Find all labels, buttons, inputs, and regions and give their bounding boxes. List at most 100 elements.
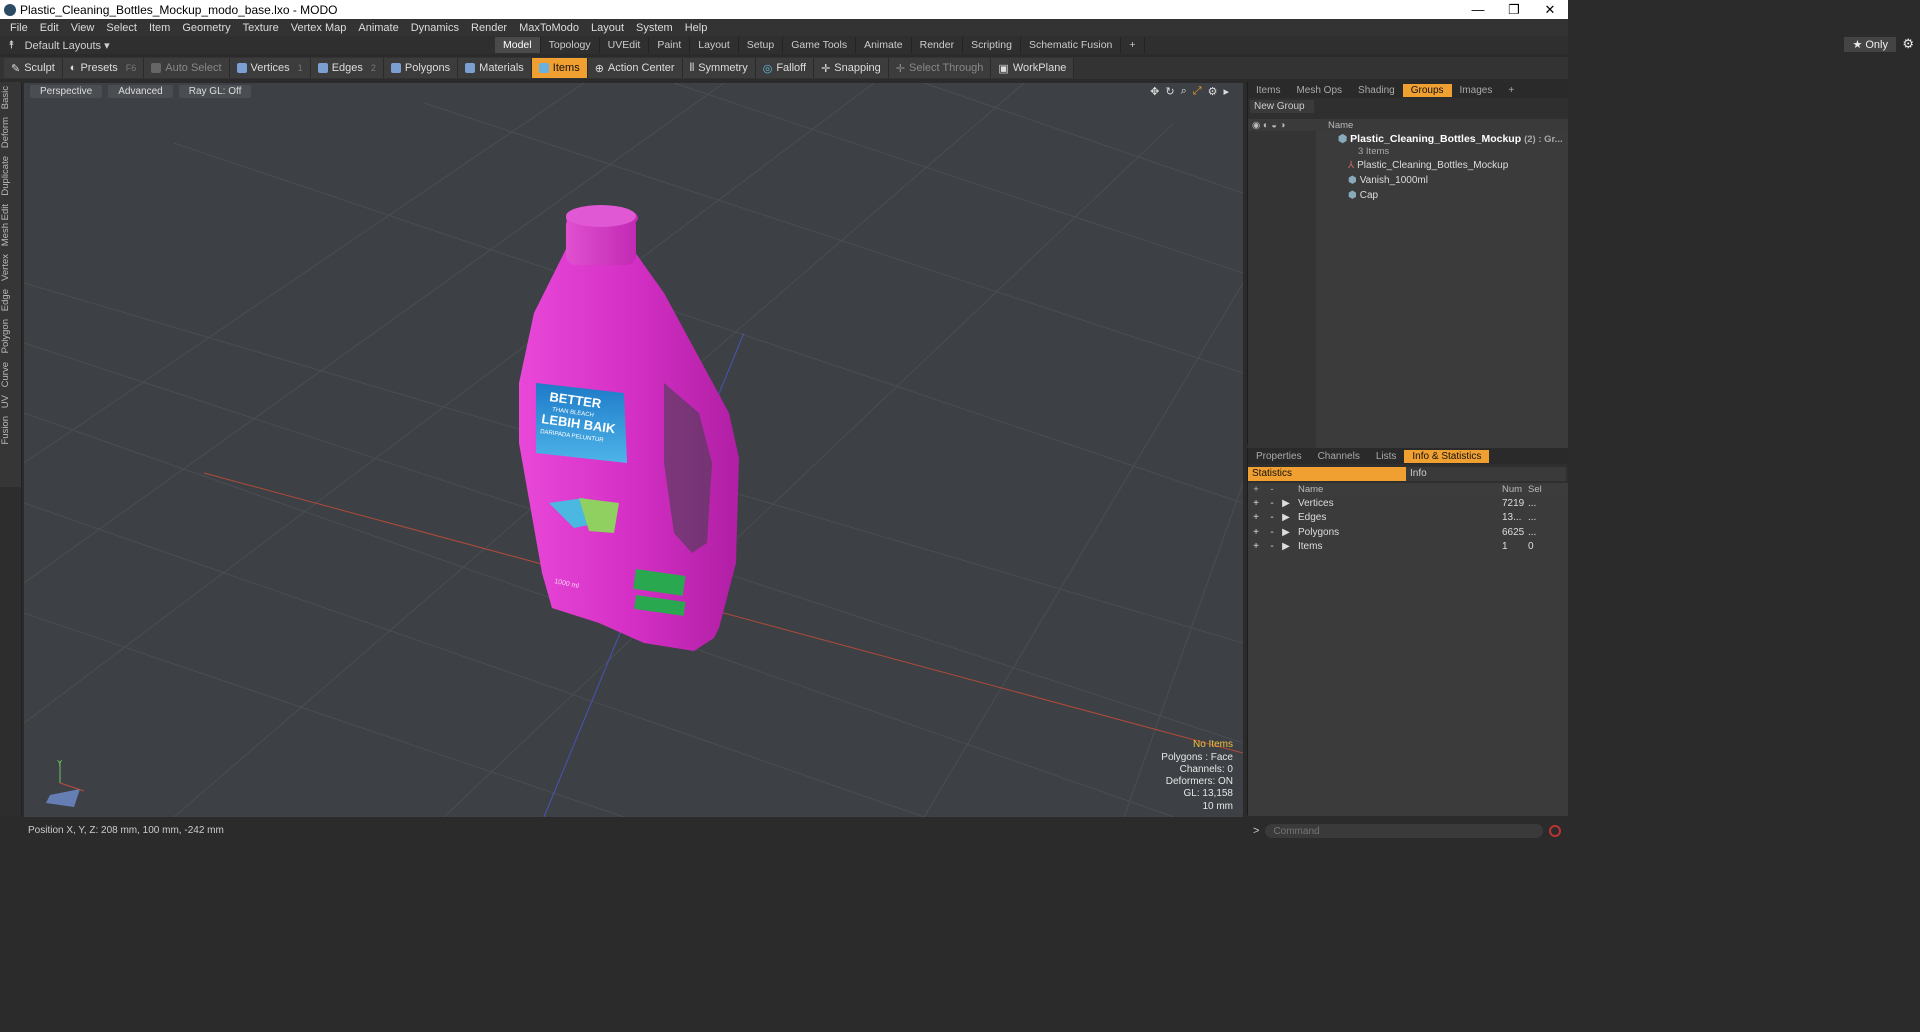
menu-select[interactable]: Select: [100, 22, 143, 34]
falloff-button[interactable]: ◎ Falloff: [755, 58, 815, 78]
tab-items[interactable]: Items: [1248, 84, 1288, 97]
tab-render[interactable]: Render: [912, 37, 964, 53]
tree-item-mockup[interactable]: ⅄ Plastic_Cleaning_Bottles_Mockup: [1348, 160, 1508, 171]
stats-row-polygons[interactable]: + - ▶ Polygons 6625...: [1248, 525, 1568, 540]
tab-scripting[interactable]: Scripting: [963, 37, 1021, 53]
sculpt-button[interactable]: ✎ Sculpt: [4, 58, 63, 78]
menu-layout[interactable]: Layout: [585, 22, 630, 34]
tab-game-tools[interactable]: Game Tools: [783, 37, 857, 53]
menu-dynamics[interactable]: Dynamics: [405, 22, 465, 34]
polygons-button[interactable]: Polygons: [383, 58, 459, 78]
side-tab-uv[interactable]: UV: [0, 391, 22, 412]
side-tab-polygon[interactable]: Polygon: [0, 315, 22, 357]
side-tab-deform[interactable]: Deform: [0, 113, 22, 152]
symmetry-button[interactable]: ⫴ Symmetry: [682, 58, 756, 78]
tree-item-vanish[interactable]: ⬢ Vanish_1000ml: [1348, 175, 1428, 186]
materials-button[interactable]: Materials: [458, 58, 532, 78]
maximize-button[interactable]: ❐: [1496, 2, 1532, 18]
menu-file[interactable]: File: [4, 22, 34, 34]
record-icon[interactable]: [1549, 825, 1562, 837]
presets-button[interactable]: ◐ Presets F6: [62, 58, 145, 78]
auto-select-button[interactable]: Auto Select: [144, 58, 230, 78]
tab-shading[interactable]: Shading: [1350, 84, 1403, 97]
vertices-button[interactable]: Vertices 1: [229, 58, 311, 78]
menu-view[interactable]: View: [65, 22, 101, 34]
subtab-info[interactable]: Info: [1406, 467, 1566, 481]
tab-lists[interactable]: Lists: [1368, 450, 1405, 463]
grid-scale-label: 10 mm: [1202, 800, 1233, 812]
subtab-statistics[interactable]: Statistics: [1248, 467, 1406, 481]
viewport-view-dropdown[interactable]: Perspective: [30, 84, 103, 98]
side-tab-vertex[interactable]: Vertex: [0, 250, 22, 285]
tab-info-statistics[interactable]: Info & Statistics: [1404, 449, 1490, 463]
menu-render[interactable]: Render: [465, 22, 513, 34]
tab-animate[interactable]: Animate: [856, 37, 912, 53]
side-tab-duplicate[interactable]: Duplicate: [0, 152, 22, 200]
tab-model[interactable]: Model: [495, 37, 541, 53]
viewport-shading-dropdown[interactable]: Advanced: [108, 84, 173, 98]
zoom-icon[interactable]: ⌕: [1181, 85, 1187, 98]
layout-collapse-icon[interactable]: ⯭: [8, 39, 15, 52]
new-group-button[interactable]: New Group: [1250, 100, 1314, 113]
tab-topology[interactable]: Topology: [541, 37, 600, 53]
tab-schematic-fusion[interactable]: Schematic Fusion: [1021, 37, 1122, 53]
edges-button[interactable]: Edges 2: [310, 58, 384, 78]
pan-icon[interactable]: ✥: [1150, 85, 1159, 98]
select-through-button[interactable]: ✛ Select Through: [888, 58, 992, 78]
menu-maxtomodo[interactable]: MaxToModo: [513, 22, 585, 34]
stats-row-vertices[interactable]: + - ▶ Vertices 7219...: [1248, 496, 1568, 511]
tab-channels[interactable]: Channels: [1310, 450, 1368, 463]
menu-help[interactable]: Help: [679, 22, 714, 34]
add-tab-button[interactable]: +: [1121, 37, 1145, 53]
tab-paint[interactable]: Paint: [649, 37, 691, 53]
menu-animate[interactable]: Animate: [352, 22, 404, 34]
menu-texture[interactable]: Texture: [237, 22, 285, 34]
tab-groups[interactable]: Groups: [1402, 83, 1452, 97]
side-tab-fusion[interactable]: Fusion: [0, 412, 22, 449]
menu-edit[interactable]: Edit: [34, 22, 65, 34]
stats-row-items[interactable]: + - ▶ Items 1 0: [1248, 539, 1568, 554]
side-tab-mesh-edit[interactable]: Mesh Edit: [0, 200, 22, 250]
symmetry-icon: ⫴: [689, 61, 695, 74]
menu-bar: File Edit View Select Item Geometry Text…: [0, 19, 1568, 36]
items-button[interactable]: Items: [531, 58, 588, 78]
modo-logo-icon: [4, 3, 16, 16]
tab-properties[interactable]: Properties: [1248, 450, 1310, 463]
tab-uvedit[interactable]: UVEdit: [600, 37, 650, 53]
menu-vertex-map[interactable]: Vertex Map: [285, 22, 353, 34]
fit-icon[interactable]: ⤢: [1193, 85, 1202, 98]
falloff-icon: ◎: [762, 62, 773, 75]
expand-arrow-icon[interactable]: ▸: [1223, 85, 1229, 98]
side-tab-curve[interactable]: Curve: [0, 358, 22, 391]
tree-item-cap[interactable]: ⬢ Cap: [1348, 190, 1378, 201]
rotate-icon[interactable]: ↻: [1165, 85, 1174, 98]
tab-setup[interactable]: Setup: [739, 37, 784, 53]
tab-mesh-ops[interactable]: Mesh Ops: [1288, 84, 1350, 97]
tab-layout[interactable]: Layout: [690, 37, 739, 53]
snapping-button[interactable]: ✛ Snapping: [814, 58, 889, 78]
action-center-button[interactable]: ⊕ Action Center: [587, 58, 683, 78]
side-tab-edge[interactable]: Edge: [0, 285, 22, 315]
close-button[interactable]: ✕: [1532, 2, 1568, 18]
stats-row-edges[interactable]: + - ▶ Edges 13......: [1248, 510, 1568, 525]
add-panel-tab-button[interactable]: +: [1500, 84, 1522, 97]
3d-viewport[interactable]: BETTER THAN BLEACH LEBIH BAIK DARIPADA P…: [24, 83, 1243, 817]
workplane-button[interactable]: ▣ WorkPlane: [991, 58, 1075, 78]
viewport-settings-icon[interactable]: ⚙: [1208, 85, 1218, 98]
command-input[interactable]: [1265, 824, 1544, 838]
only-button[interactable]: ★ Only: [1844, 37, 1896, 52]
menu-item[interactable]: Item: [143, 22, 176, 34]
menu-system[interactable]: System: [630, 22, 679, 34]
side-tab-basic[interactable]: Basic: [0, 82, 22, 113]
gear-icon[interactable]: ⚙: [1902, 36, 1914, 52]
materials-icon: [465, 63, 476, 73]
minimize-button[interactable]: —: [1460, 2, 1496, 18]
groups-tree-header: ◉ ◐ ◒ ◑ Name: [1248, 119, 1568, 131]
group-root-row[interactable]: ⬢ Plastic_Cleaning_Bottles_Mockup (2) : …: [1338, 133, 1563, 145]
raygl-toggle[interactable]: Ray GL: Off: [178, 84, 252, 98]
layout-selector[interactable]: Default Layouts ▾: [25, 39, 110, 52]
visibility-column-icons: ◉ ◐ ◒ ◑: [1252, 119, 1286, 131]
name-column-header[interactable]: Name: [1316, 120, 1353, 131]
tab-images[interactable]: Images: [1452, 84, 1501, 97]
menu-geometry[interactable]: Geometry: [176, 22, 236, 34]
